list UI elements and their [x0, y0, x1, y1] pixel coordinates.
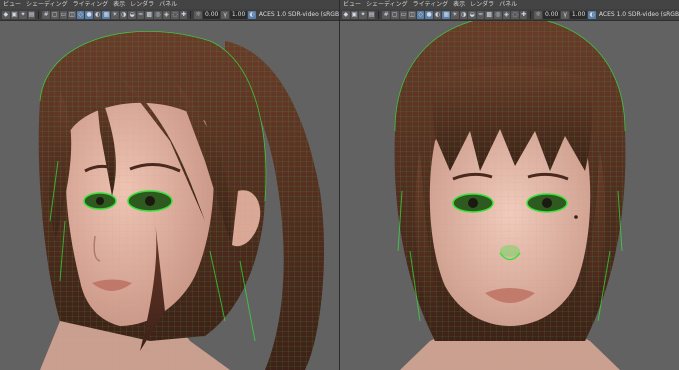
lights-icon[interactable]: ☀	[111, 10, 119, 19]
gamma-icon[interactable]: γ	[561, 10, 569, 19]
gamma-field[interactable]: 1.00	[569, 10, 588, 19]
character-wireframe-render-front	[394, 21, 626, 370]
image-plane-icon[interactable]: ▤	[27, 10, 36, 19]
wireframe-icon[interactable]: ◇	[76, 10, 85, 19]
maya-workspace: ビュー シェーディング ライティング 表示 レンダラ パネル ◆ ▣ ✦ ▤ #…	[0, 0, 679, 370]
menu-shading[interactable]: シェーディング	[366, 0, 408, 9]
viewport-menubar: ビュー シェーディング ライティング 表示 レンダラ パネル	[0, 0, 339, 9]
bookmark-icon[interactable]: ✦	[19, 10, 27, 19]
default-material-icon[interactable]: ◐	[433, 10, 442, 19]
exposure-field[interactable]: 0.00	[542, 10, 561, 19]
color-management-icon[interactable]: ◐	[588, 10, 596, 19]
menu-panels[interactable]: パネル	[159, 0, 177, 9]
ambient-occlusion-icon[interactable]: ◒	[468, 10, 476, 19]
image-plane-icon[interactable]: ▤	[367, 10, 376, 19]
viewport-left[interactable]: ビュー シェーディング ライティング 表示 レンダラ パネル ◆ ▣ ✦ ▤ #…	[0, 0, 339, 370]
film-gate-icon[interactable]: ▢	[50, 10, 59, 19]
exposure-icon[interactable]: ☼	[194, 10, 202, 19]
shadows-icon[interactable]: ◑	[459, 10, 468, 19]
shadows-icon[interactable]: ◑	[119, 10, 128, 19]
ambient-occlusion-icon[interactable]: ◒	[128, 10, 136, 19]
film-gate-icon[interactable]: ▢	[390, 10, 399, 19]
depth-of-field-icon[interactable]: ◎	[494, 10, 502, 19]
character-wireframe-render-3q	[38, 30, 325, 370]
textured-icon[interactable]: ▦	[442, 10, 451, 19]
lights-icon[interactable]: ☀	[451, 10, 459, 19]
viewport-right[interactable]: ビュー シェーディング ライティング 表示 レンダラ パネル ◆ ▣ ✦ ▤ #…	[340, 0, 679, 370]
select-camera-icon[interactable]: ◆	[2, 10, 10, 19]
smooth-shade-icon[interactable]: ●	[85, 10, 93, 19]
viewport-toolbar: ◆ ▣ ✦ ▤ # ▢ ▭ ◫ ◇ ● ◐ ▦ ☀ ◑ ◒ ≈ ▩ ◎ ◈ ◌ …	[340, 9, 679, 21]
viewport-canvas[interactable]	[0, 21, 339, 370]
textured-icon[interactable]: ▦	[102, 10, 111, 19]
color-space-label[interactable]: ACES 1.0 SDR-video (sRGB	[599, 11, 679, 19]
color-management-icon[interactable]: ◐	[248, 10, 256, 19]
gate-mask-icon[interactable]: ◫	[68, 10, 76, 19]
viewport-toolbar: ◆ ▣ ✦ ▤ # ▢ ▭ ◫ ◇ ● ◐ ▦ ☀ ◑ ◒ ≈ ▩ ◎ ◈ ◌ …	[0, 9, 339, 21]
depth-of-field-icon[interactable]: ◎	[154, 10, 162, 19]
isolate-icon[interactable]: ◈	[502, 10, 511, 19]
gamma-field[interactable]: 1.00	[229, 10, 248, 19]
menu-view[interactable]: ビュー	[343, 0, 361, 9]
menu-show[interactable]: 表示	[453, 0, 465, 9]
select-camera-icon[interactable]: ◆	[342, 10, 350, 19]
toolbar-divider	[190, 10, 192, 19]
menu-show[interactable]: 表示	[113, 0, 125, 9]
menu-lighting[interactable]: ライティング	[413, 0, 449, 9]
grid-icon[interactable]: #	[42, 10, 50, 19]
menu-view[interactable]: ビュー	[3, 0, 21, 9]
anti-alias-icon[interactable]: ▩	[485, 10, 494, 19]
default-material-icon[interactable]: ◐	[93, 10, 102, 19]
resolution-gate-icon[interactable]: ▭	[399, 10, 408, 19]
isolate-icon[interactable]: ◈	[162, 10, 171, 19]
menu-shading[interactable]: シェーディング	[26, 0, 68, 9]
motion-blur-icon[interactable]: ≈	[136, 10, 145, 19]
menu-renderer[interactable]: レンダラ	[470, 0, 494, 9]
toolbar-divider	[378, 10, 380, 19]
color-space-label[interactable]: ACES 1.0 SDR-video (sRGB	[259, 11, 339, 19]
viewport-canvas[interactable]	[340, 21, 679, 370]
toolbar-divider	[530, 10, 532, 19]
gamma-icon[interactable]: γ	[221, 10, 229, 19]
camera-attributes-icon[interactable]: ▣	[350, 10, 359, 19]
exposure-field[interactable]: 0.00	[202, 10, 221, 19]
viewport-menubar: ビュー シェーディング ライティング 表示 レンダラ パネル	[340, 0, 679, 9]
menu-lighting[interactable]: ライティング	[73, 0, 109, 9]
toolbar-divider	[38, 10, 40, 19]
xray-icon[interactable]: ◌	[171, 10, 179, 19]
bookmark-icon[interactable]: ✦	[359, 10, 367, 19]
camera-attributes-icon[interactable]: ▣	[10, 10, 19, 19]
menu-renderer[interactable]: レンダラ	[130, 0, 154, 9]
xray-icon[interactable]: ◌	[511, 10, 519, 19]
motion-blur-icon[interactable]: ≈	[476, 10, 485, 19]
resolution-gate-icon[interactable]: ▭	[59, 10, 68, 19]
wireframe-icon[interactable]: ◇	[416, 10, 425, 19]
anti-alias-icon[interactable]: ▩	[145, 10, 154, 19]
xray-joints-icon[interactable]: ✚	[179, 10, 188, 19]
exposure-icon[interactable]: ☼	[534, 10, 542, 19]
gate-mask-icon[interactable]: ◫	[408, 10, 416, 19]
menu-panels[interactable]: パネル	[499, 0, 517, 9]
xray-joints-icon[interactable]: ✚	[519, 10, 528, 19]
grid-icon[interactable]: #	[382, 10, 390, 19]
smooth-shade-icon[interactable]: ●	[425, 10, 433, 19]
